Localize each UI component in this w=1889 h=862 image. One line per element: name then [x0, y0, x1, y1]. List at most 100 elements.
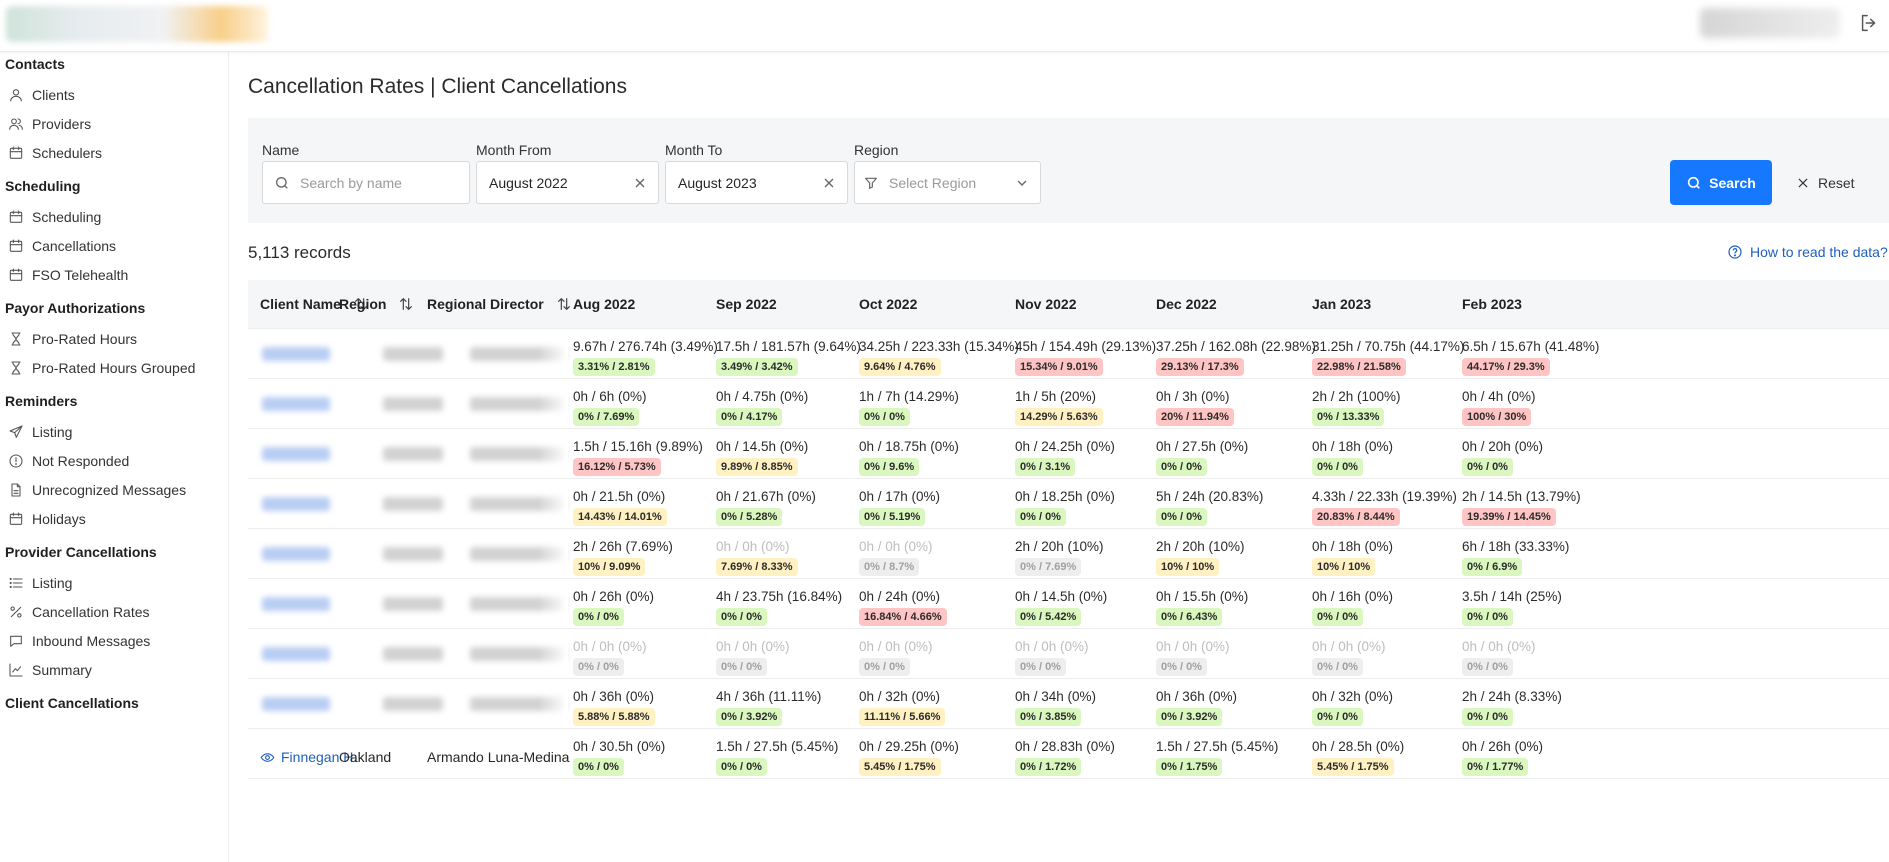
sidebar-item-scheduling-scheduling[interactable]: Scheduling	[8, 205, 101, 229]
hours-value: 0h / 4.75h (0%)	[716, 389, 809, 404]
rate-badge: 0% / 7.69%	[1015, 558, 1082, 576]
hours-value: 0h / 18.25h (0%)	[1015, 489, 1115, 504]
hours-value: 0h / 6h (0%)	[573, 389, 647, 404]
client-name-link[interactable]	[262, 647, 330, 661]
month-to-label: Month To	[665, 142, 723, 158]
rate-badge: 0% / 3.92%	[1156, 708, 1223, 726]
month-cell: 4.33h / 22.33h (19.39%) 20.83% / 8.44%	[1312, 487, 1457, 526]
month-from-label: Month From	[476, 142, 552, 158]
month-cell: 0h / 14.5h (0%) 9.89% / 8.85%	[716, 437, 808, 476]
sidebar-item-scheduling-fso-telehealth[interactable]: FSO Telehealth	[8, 263, 128, 287]
sidebar-item-contacts-clients[interactable]: Clients	[8, 83, 75, 107]
rate-badge: 0% / 4.17%	[716, 408, 783, 426]
hours-value: 0h / 0h (0%)	[1462, 639, 1536, 654]
rate-badge: 0% / 0%	[1015, 508, 1066, 526]
sidebar-item-label: Clients	[32, 87, 75, 103]
question-circle-icon	[1728, 245, 1742, 259]
client-name-link[interactable]	[262, 547, 330, 561]
hours-value: 45h / 154.49h (29.13%)	[1015, 339, 1157, 354]
sidebar-item-contacts-providers[interactable]: Providers	[8, 112, 91, 136]
region-select[interactable]: Select Region	[854, 161, 1041, 204]
rate-badge: 0% / 9.6%	[859, 458, 920, 476]
search-button[interactable]: Search	[1670, 160, 1772, 205]
hours-value: 0h / 27.5h (0%)	[1156, 439, 1249, 454]
row-fade	[538, 379, 568, 428]
hours-value: 0h / 0h (0%)	[1156, 639, 1230, 654]
sidebar-item-reminders-unrecognized-messages[interactable]: Unrecognized Messages	[8, 478, 186, 502]
rate-badge: 0% / 0%	[859, 658, 910, 676]
reset-button[interactable]: Reset	[1796, 160, 1855, 205]
rate-badge: 9.89% / 8.85%	[716, 458, 798, 476]
column-header-oct-2022: Oct 2022	[859, 296, 917, 312]
search-button-label: Search	[1709, 174, 1756, 191]
month-from-field[interactable]: August 2022	[476, 161, 659, 204]
column-header-regional-director[interactable]: Regional Director	[427, 296, 572, 312]
sidebar-item-payor-authorizations-pro-rated-hours[interactable]: Pro-Rated Hours	[8, 327, 137, 351]
sidebar-item-provider-cancellations-summary[interactable]: Summary	[8, 658, 92, 682]
month-cell: 1.5h / 27.5h (5.45%) 0% / 0%	[716, 737, 838, 776]
client-name-link[interactable]	[262, 347, 330, 361]
region-cell	[383, 397, 443, 411]
client-name-link[interactable]	[262, 697, 330, 711]
sidebar-item-scheduling-cancellations[interactable]: Cancellations	[8, 234, 116, 258]
sidebar-section-provider-cancellations: Provider Cancellations	[5, 544, 157, 560]
sidebar-item-reminders-not-responded[interactable]: Not Responded	[8, 449, 129, 473]
client-name-link[interactable]	[262, 397, 330, 411]
sidebar-item-reminders-holidays[interactable]: Holidays	[8, 507, 86, 531]
month-cell: 0h / 21.67h (0%) 0% / 5.28%	[716, 487, 816, 526]
sidebar-item-provider-cancellations-inbound-messages[interactable]: Inbound Messages	[8, 629, 150, 653]
sidebar-item-reminders-listing[interactable]: Listing	[8, 420, 72, 444]
clear-month-from-icon[interactable]	[632, 175, 648, 191]
rate-badge: 20.83% / 8.44%	[1312, 508, 1400, 526]
month-cell: 0h / 4h (0%) 100% / 30%	[1462, 387, 1536, 426]
column-header-feb-2023: Feb 2023	[1462, 296, 1522, 312]
month-cell: 0h / 18.25h (0%) 0% / 0%	[1015, 487, 1115, 526]
sidebar-item-provider-cancellations-cancellation-rates[interactable]: Cancellation Rates	[8, 600, 150, 624]
rate-badge: 0% / 0%	[1156, 508, 1207, 526]
hours-value: 0h / 0h (0%)	[859, 539, 933, 554]
rate-badge: 0% / 3.1%	[1015, 458, 1076, 476]
sort-icon[interactable]	[556, 296, 572, 312]
row-fade	[538, 429, 568, 478]
client-name-link[interactable]	[262, 497, 330, 511]
month-to-field[interactable]: August 2023	[665, 161, 848, 204]
hours-value: 0h / 32h (0%)	[859, 689, 941, 704]
rate-badge: 5.88% / 5.88%	[573, 708, 655, 726]
reset-button-label: Reset	[1818, 174, 1855, 191]
sidebar-item-label: Scheduling	[32, 209, 102, 225]
hours-value: 1.5h / 27.5h (5.45%)	[1156, 739, 1279, 754]
sort-icon[interactable]	[398, 296, 414, 312]
logout-icon[interactable]	[1858, 12, 1880, 34]
app-logo[interactable]	[6, 6, 268, 42]
table-row: 0h / 26h (0%) 0% / 0% 4h / 23.75h (16.84%)…	[248, 579, 1889, 629]
regional-director-cell: Armando Luna-Medina	[427, 749, 570, 765]
sidebar-item-provider-cancellations-listing[interactable]: Listing	[8, 571, 72, 595]
message-icon	[10, 635, 22, 647]
month-cell: 0h / 28.5h (0%) 5.45% / 1.75%	[1312, 737, 1404, 776]
clear-month-to-icon[interactable]	[821, 175, 837, 191]
month-cell: 0h / 26h (0%) 0% / 1.77%	[1462, 737, 1543, 776]
rate-badge: 16.84% / 4.66%	[859, 608, 947, 626]
name-search-input[interactable]: Search by name	[262, 161, 470, 204]
how-to-read-link[interactable]: How to read the data?	[1727, 244, 1888, 260]
hours-value: 0h / 18h (0%)	[1312, 539, 1394, 554]
client-name-link[interactable]	[262, 597, 330, 611]
hours-value: 0h / 21.67h (0%)	[716, 489, 816, 504]
rate-badge: 0% / 5.42%	[1015, 608, 1082, 626]
column-header-nov-2022: Nov 2022	[1015, 296, 1076, 312]
name-filter-label: Name	[262, 142, 300, 158]
column-header-region[interactable]: Region	[339, 296, 414, 312]
hours-value: 0h / 36h (0%)	[573, 689, 655, 704]
eye-icon[interactable]	[260, 750, 275, 765]
sidebar-item-contacts-schedulers[interactable]: Schedulers	[8, 141, 102, 165]
column-header-label: Sep 2022	[716, 296, 777, 312]
client-name-link[interactable]	[262, 447, 330, 461]
user-menu[interactable]	[1700, 8, 1840, 38]
sidebar-item-label: Pro-Rated Hours	[32, 331, 138, 347]
sidebar-item-payor-authorizations-pro-rated-hours-grouped[interactable]: Pro-Rated Hours Grouped	[8, 356, 195, 380]
month-cell: 0h / 0h (0%) 0% / 8.7%	[859, 537, 933, 576]
month-cell: 0h / 18.75h (0%) 0% / 9.6%	[859, 437, 959, 476]
table-header: Client Name Region Regional Director Aug 20…	[248, 280, 1889, 329]
month-cell: 1h / 5h (20%) 14.29% / 5.63%	[1015, 387, 1103, 426]
hours-value: 5h / 24h (20.83%)	[1156, 489, 1264, 504]
